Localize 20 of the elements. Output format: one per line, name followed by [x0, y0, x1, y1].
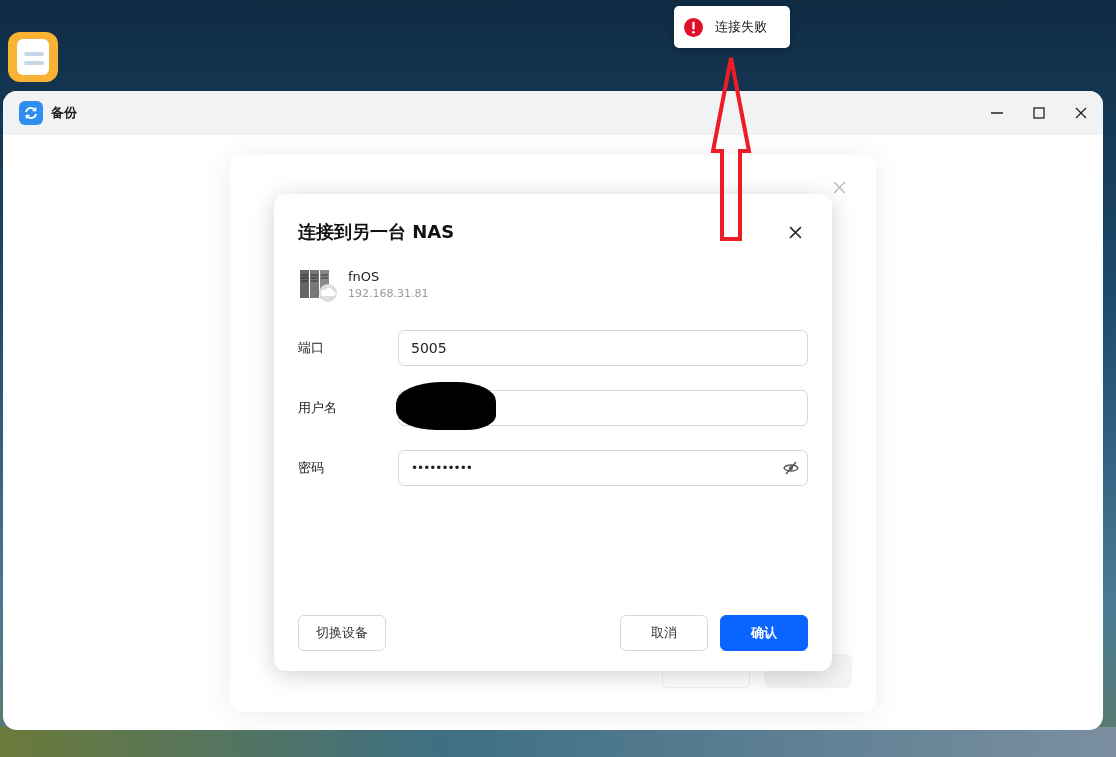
- sync-icon: [19, 101, 43, 125]
- password-field[interactable]: ••••••••••: [398, 450, 808, 486]
- switch-device-button[interactable]: 切换设备: [298, 615, 386, 651]
- confirm-button[interactable]: 确认: [720, 615, 808, 651]
- close-icon[interactable]: [1075, 107, 1087, 119]
- device-address: 192.168.31.81: [348, 286, 429, 300]
- input-field[interactable]: 5005: [398, 330, 808, 366]
- window-title: 备份: [51, 104, 77, 122]
- maximize-icon[interactable]: [1033, 107, 1045, 119]
- close-icon[interactable]: [789, 225, 802, 239]
- error-icon: [684, 17, 703, 37]
- field-label: 密码: [298, 459, 325, 477]
- hidden-eye-icon[interactable]: [783, 460, 799, 476]
- toast-message: 连接失败: [715, 18, 767, 36]
- cancel-button[interactable]: 取消: [620, 615, 708, 651]
- notes-app-icon[interactable]: [8, 32, 58, 82]
- field-label: 用户名: [298, 399, 338, 417]
- device-name: fnOS: [348, 268, 381, 284]
- field-label: 端口: [298, 339, 325, 357]
- dialog-title: 连接到另一台 NAS: [298, 220, 455, 244]
